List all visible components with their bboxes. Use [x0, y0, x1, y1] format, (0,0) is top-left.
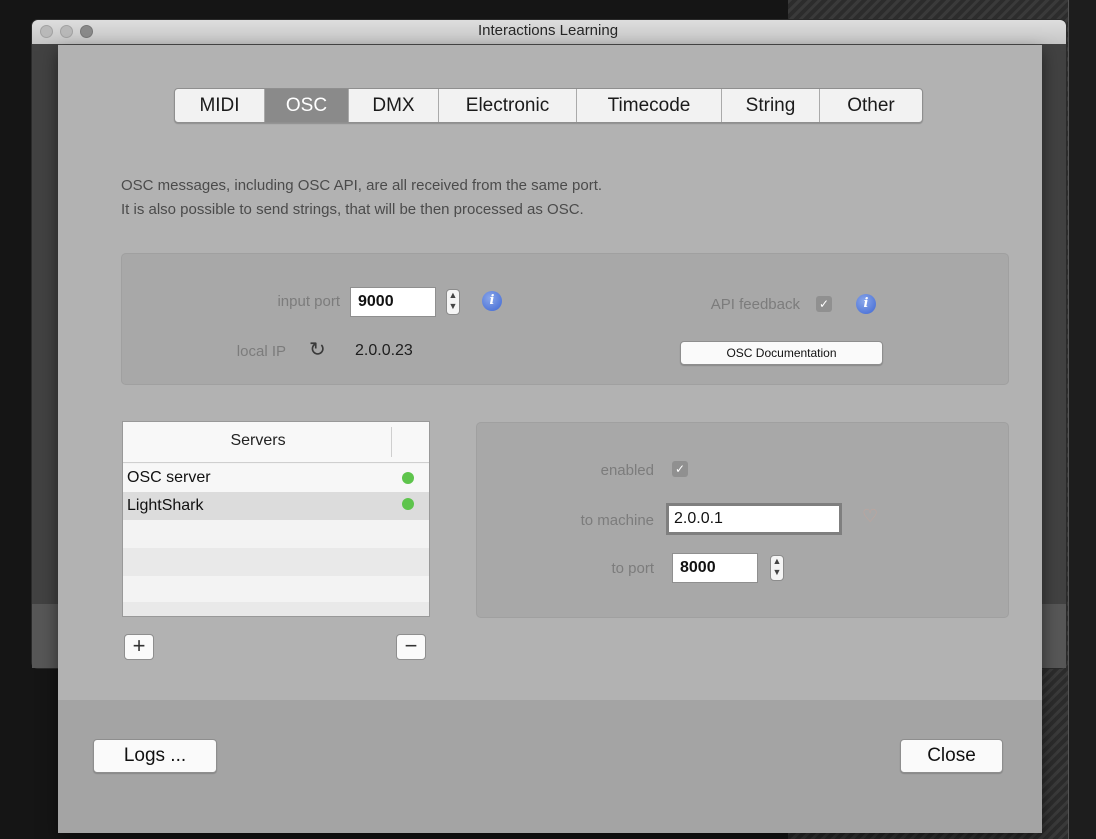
info-icon[interactable]: i — [482, 291, 502, 311]
servers-table: Servers OSC server LightShark — [122, 421, 430, 617]
to-machine-label: to machine — [580, 512, 654, 529]
logs-button[interactable]: Logs ... — [93, 739, 217, 773]
servers-header-label: Servers — [230, 432, 286, 449]
close-button[interactable]: Close — [900, 739, 1003, 773]
window-title: Interactions Learning — [477, 22, 619, 39]
heart-icon: ♡ — [862, 506, 879, 526]
empty-row — [123, 520, 429, 548]
empty-row — [123, 548, 429, 576]
parent-left-bottom — [32, 604, 58, 668]
tab-midi[interactable]: MIDI — [175, 89, 265, 122]
api-feedback-checkbox[interactable]: ✓ — [816, 296, 832, 312]
local-ip-label: local IP — [236, 343, 286, 360]
refresh-icon[interactable]: ↻ — [309, 337, 326, 361]
parent-right-strip — [1040, 44, 1066, 604]
to-machine-field[interactable]: 2.0.0.1 — [666, 503, 842, 535]
tab-other[interactable]: Other — [820, 89, 922, 122]
enabled-checkbox[interactable]: ✓ — [672, 461, 688, 477]
to-port-stepper[interactable]: ▲ ▼ — [770, 555, 784, 581]
api-info-icon[interactable]: i — [856, 294, 876, 314]
local-ip-value: 2.0.0.23 — [355, 342, 413, 359]
table-row[interactable]: LightShark — [123, 492, 429, 520]
tab-bar: MIDI OSC DMX Electronic Timecode String … — [174, 88, 923, 123]
status-dot — [402, 472, 414, 484]
empty-row — [123, 576, 429, 604]
input-port-stepper[interactable]: ▲ ▼ — [446, 289, 460, 315]
description-line-1: OSC messages, including OSC API, are all… — [121, 177, 603, 194]
description-line-2: It is also possible to send strings, tha… — [121, 201, 584, 218]
osc-documentation-button[interactable]: OSC Documentation — [680, 341, 883, 365]
to-port-field[interactable]: 8000 — [672, 553, 758, 583]
tab-timecode[interactable]: Timecode — [577, 89, 722, 122]
status-dot — [402, 498, 414, 510]
tab-string[interactable]: String — [722, 89, 820, 122]
input-port-label: input port — [277, 293, 340, 310]
header-divider — [391, 427, 392, 457]
add-server-button[interactable]: + — [124, 634, 154, 660]
servers-header: Servers — [123, 422, 429, 463]
table-row[interactable]: OSC server — [123, 464, 429, 492]
tab-electronic[interactable]: Electronic — [439, 89, 577, 122]
server-name: OSC server — [127, 469, 211, 486]
enabled-label: enabled — [600, 462, 654, 479]
remove-server-button[interactable]: − — [396, 634, 426, 660]
tab-osc[interactable]: OSC — [265, 89, 349, 122]
parent-left-strip — [32, 44, 58, 604]
tab-dmx[interactable]: DMX — [349, 89, 439, 122]
empty-row — [123, 602, 429, 616]
input-port-field[interactable]: 9000 — [350, 287, 436, 317]
desktop-right-edge — [1068, 0, 1096, 839]
api-feedback-label: API feedback — [710, 296, 800, 313]
parent-right-bottom — [1040, 604, 1066, 668]
to-port-label: to port — [611, 560, 654, 577]
input-settings-panel — [121, 253, 1009, 385]
server-name: LightShark — [127, 497, 204, 514]
